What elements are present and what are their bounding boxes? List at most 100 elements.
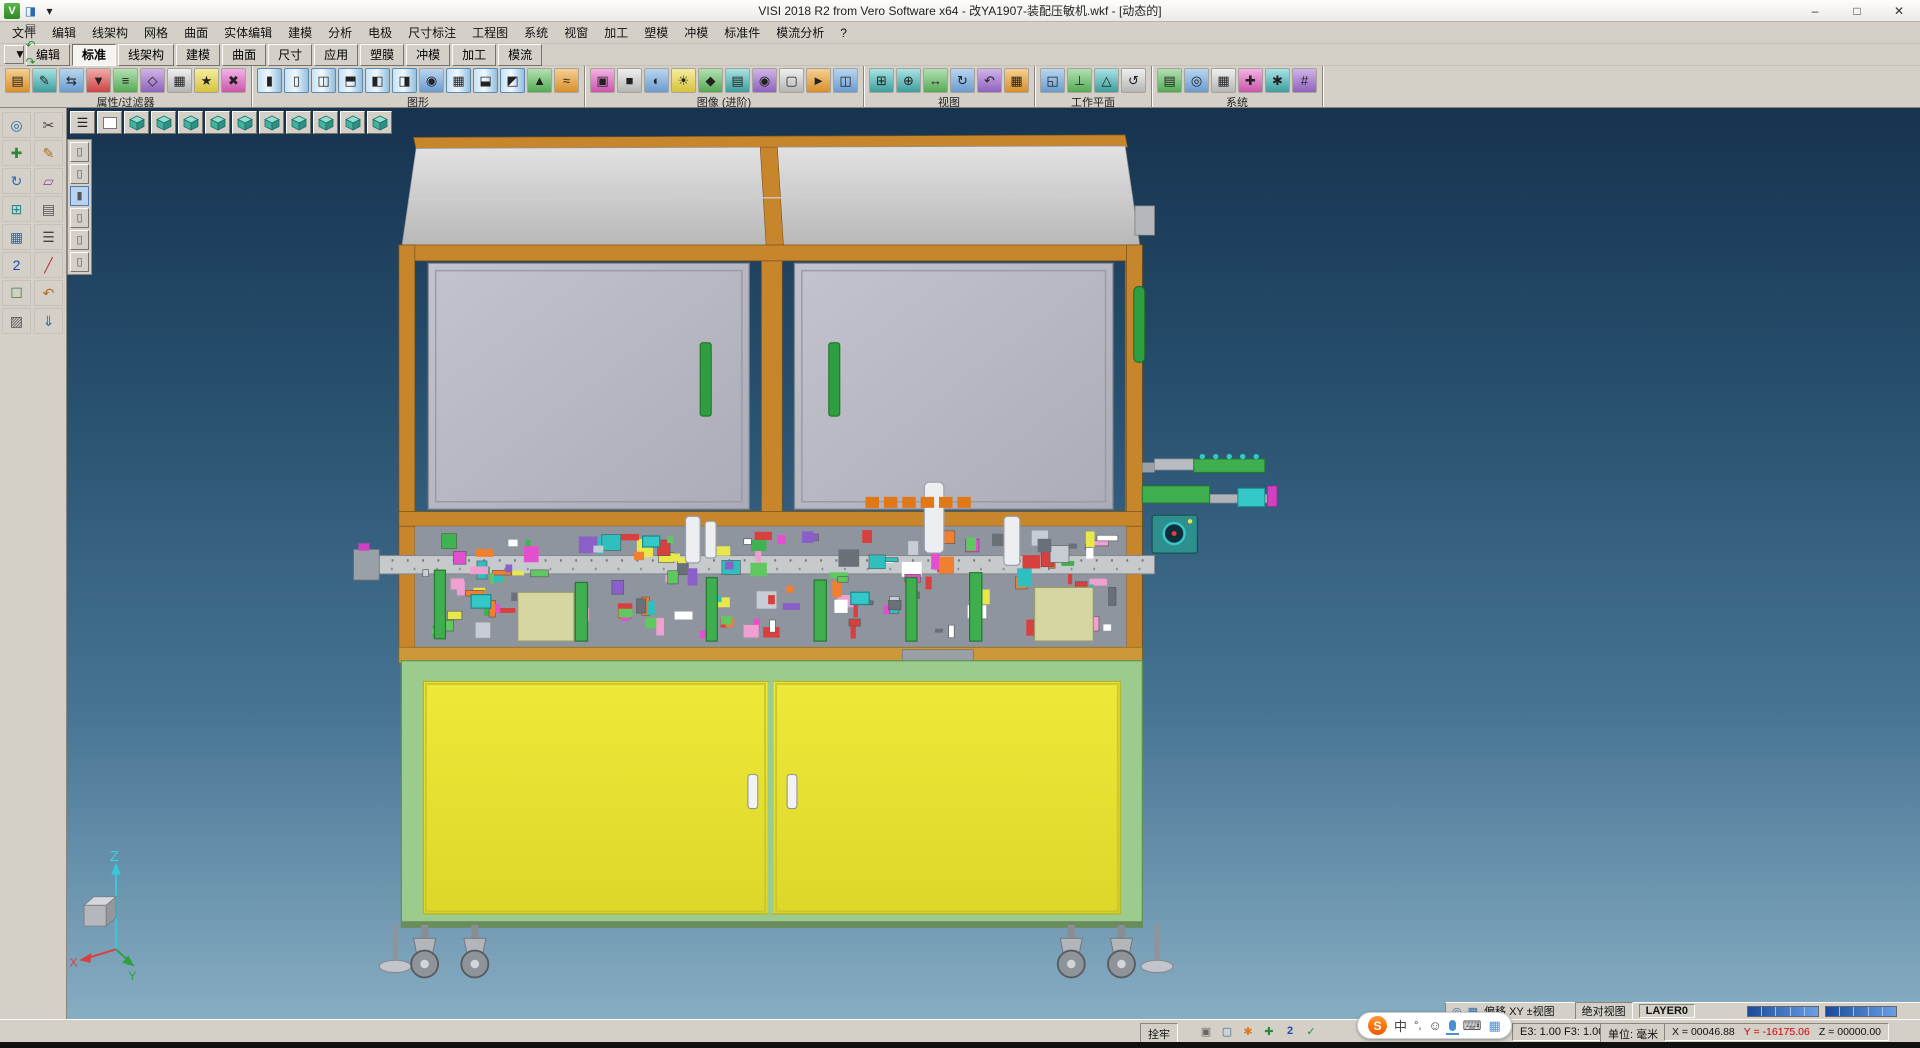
type-filter-icon[interactable]: ◇ — [140, 68, 165, 93]
camera-icon[interactable]: ◉ — [752, 68, 777, 93]
viewbar-menu-icon[interactable]: ☰ — [70, 111, 95, 134]
copy-attributes-icon[interactable]: ⇆ — [59, 68, 84, 93]
trim-icon[interactable]: ✂ — [34, 112, 63, 138]
curvature-icon[interactable]: ≈ — [554, 68, 579, 93]
menu-item[interactable]: 加工 — [596, 22, 636, 43]
machine-window-left[interactable] — [428, 263, 749, 509]
shadow-icon[interactable]: ■ — [617, 68, 642, 93]
close-button[interactable]: ✕ — [1878, 0, 1920, 21]
rotate-view-icon[interactable]: ↻ — [950, 68, 975, 93]
view-iso-icon[interactable] — [124, 111, 149, 134]
absolute-view-field[interactable]: 绝对视图 — [1575, 1002, 1633, 1020]
save-all-icon[interactable]: ◨ — [22, 2, 39, 19]
view-mode-icon[interactable]: ▯ — [70, 142, 89, 162]
pan-icon[interactable]: ↔ — [923, 68, 948, 93]
tab[interactable]: 加工 — [452, 44, 496, 66]
layers-icon[interactable]: ▤ — [1157, 68, 1182, 93]
box-icon[interactable]: ☐ — [2, 280, 31, 306]
translate-icon[interactable]: ✚ — [2, 140, 31, 166]
menu-item[interactable]: 线架构 — [84, 22, 136, 43]
draw-icon[interactable]: ✎ — [34, 140, 63, 166]
view-top-icon[interactable] — [259, 111, 284, 134]
tab[interactable]: 线架构 — [118, 44, 174, 66]
microphone-icon[interactable] — [1449, 1020, 1456, 1031]
check-icon[interactable]: ✓ — [1303, 1023, 1319, 1039]
info-icon[interactable]: ▤ — [34, 196, 63, 222]
3d-viewport[interactable]: Z X Y ☰ ▯▯▮▯▯▯ — [67, 108, 1920, 1019]
menu-item[interactable]: 视窗 — [556, 22, 596, 43]
ime-language-toggle[interactable]: 中 — [1394, 1016, 1407, 1035]
animation-icon[interactable]: ► — [806, 68, 831, 93]
reflection-icon[interactable]: ◐ — [644, 68, 669, 93]
menu-item[interactable]: 尺寸标注 — [400, 22, 464, 43]
tab[interactable]: 应用 — [314, 44, 358, 66]
reset-filter-icon[interactable]: ✖ — [221, 68, 246, 93]
stereo-icon[interactable]: ◫ — [833, 68, 858, 93]
grid-icon[interactable]: ▦ — [1211, 68, 1236, 93]
layer-filter-icon[interactable]: ≡ — [113, 68, 138, 93]
view-left-icon[interactable] — [205, 111, 230, 134]
color-palette-icon[interactable]: ✱ — [1240, 1023, 1256, 1039]
snapshot-icon[interactable]: ▢ — [779, 68, 804, 93]
menu-item[interactable]: 模流分析 — [768, 22, 832, 43]
edge-display-icon[interactable]: ⬓ — [473, 68, 498, 93]
view-trimetric-icon[interactable] — [367, 111, 392, 134]
menu-item[interactable]: 实体编辑 — [216, 22, 280, 43]
export-icon[interactable]: ⇓ — [34, 308, 63, 334]
lock-view-icon[interactable]: ▯ — [70, 252, 89, 272]
menu-item[interactable]: 工程图 — [464, 22, 516, 43]
redo-icon[interactable]: ↷ — [22, 53, 39, 70]
menu-item[interactable]: 标准件 — [716, 22, 768, 43]
transparency-icon[interactable]: ⬒ — [338, 68, 363, 93]
ime-toolbox-icon[interactable]: ▦ — [1489, 1018, 1501, 1034]
selection-mask-icon[interactable]: ▦ — [167, 68, 192, 93]
material-icon[interactable]: ◆ — [698, 68, 723, 93]
attributes-icon[interactable]: ▤ — [5, 68, 30, 93]
tab[interactable]: 标准 — [72, 44, 116, 66]
render-icon[interactable]: ▣ — [590, 68, 615, 93]
settings-icon[interactable]: ✚ — [1261, 1023, 1277, 1039]
workplane-align-icon[interactable]: ⊥ — [1067, 68, 1092, 93]
shading-icon[interactable]: ▮ — [257, 68, 282, 93]
measure-mini-icon[interactable]: ▯ — [70, 230, 89, 250]
menu-item[interactable]: ? — [832, 24, 855, 42]
tab[interactable]: 建模 — [176, 44, 220, 66]
view-axonometric-icon[interactable] — [313, 111, 338, 134]
print-icon[interactable]: ▤ — [22, 19, 39, 36]
lighting-icon[interactable]: ☀ — [671, 68, 696, 93]
view-back-icon[interactable] — [178, 111, 203, 134]
view-right-icon[interactable] — [232, 111, 257, 134]
grid-small-icon[interactable]: ▦ — [2, 224, 31, 250]
zoom-window-icon[interactable]: ⊞ — [869, 68, 894, 93]
machine-conveyor-arm[interactable] — [1142, 454, 1277, 553]
section-view-icon[interactable]: ◧ — [365, 68, 390, 93]
visi-logo[interactable]: V — [4, 3, 20, 19]
menu-item[interactable]: 冲模 — [676, 22, 716, 43]
menu-item[interactable]: 建模 — [280, 22, 320, 43]
tab[interactable]: 塑膜 — [360, 44, 404, 66]
view-front-icon[interactable] — [151, 111, 176, 134]
menu-item[interactable]: 网格 — [136, 22, 176, 43]
display-icon[interactable]: ▢ — [1219, 1023, 1235, 1039]
world-icon[interactable]: ◎ — [1184, 68, 1209, 93]
line-icon[interactable]: ╱ — [34, 252, 63, 278]
tab[interactable]: 曲面 — [222, 44, 266, 66]
menu-item[interactable]: 塑模 — [636, 22, 676, 43]
zoom-all-icon[interactable]: ⊕ — [896, 68, 921, 93]
wireframe-icon[interactable]: ▯ — [284, 68, 309, 93]
screen-lock-icon[interactable]: ▣ — [1198, 1023, 1214, 1039]
machine-roof[interactable] — [401, 135, 1140, 250]
menu-item[interactable]: 分析 — [320, 22, 360, 43]
menu-item[interactable]: 系统 — [516, 22, 556, 43]
snap-icon[interactable]: ✚ — [1238, 68, 1263, 93]
point-icon[interactable]: 2 — [2, 252, 31, 278]
emoji-icon[interactable]: ☺ — [1428, 1018, 1441, 1033]
keyboard-icon[interactable]: ⌨ — [1463, 1018, 1482, 1034]
workplane-3point-icon[interactable]: △ — [1094, 68, 1119, 93]
workplane-reset-icon[interactable]: ↺ — [1121, 68, 1146, 93]
silhouette-icon[interactable]: ◩ — [500, 68, 525, 93]
edit-attributes-icon[interactable]: ✎ — [32, 68, 57, 93]
menu-item[interactable]: 曲面 — [176, 22, 216, 43]
draft-analysis-icon[interactable]: ▲ — [527, 68, 552, 93]
machine-window-right[interactable] — [794, 263, 1112, 509]
